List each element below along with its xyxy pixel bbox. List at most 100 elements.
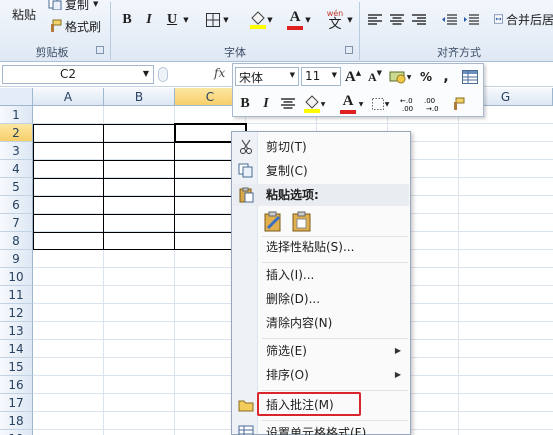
font-color-letter: A — [289, 9, 301, 25]
mini-fill-color-button[interactable]: ▼ — [301, 92, 327, 116]
row-header-9[interactable]: 9 — [0, 250, 33, 268]
decrease-decimal-button[interactable]: .00 →.0 — [423, 94, 445, 114]
chevron-down-icon[interactable]: ▼ — [143, 69, 149, 78]
accounting-format-button[interactable]: ▼ — [387, 67, 413, 87]
font-size-combo[interactable]: 11 ▼ — [301, 67, 341, 86]
ribbon-separator — [110, 2, 111, 60]
decrease-indent-icon — [442, 14, 457, 25]
paste-option-paste[interactable] — [262, 210, 286, 234]
table-border-line — [103, 124, 104, 250]
menu-item-label: 排序(O) — [266, 368, 309, 382]
comma-style-button[interactable]: , — [439, 67, 453, 87]
name-box[interactable]: C2 ▼ — [2, 65, 154, 84]
font-color-letter: A — [342, 93, 354, 109]
phonetic-button[interactable]: wén 文 — [322, 6, 348, 34]
table-border-line — [33, 178, 246, 179]
phonetic-dropdown[interactable]: ▼ — [346, 10, 354, 30]
row-header-4[interactable]: 4 — [0, 160, 33, 178]
insert-function-button[interactable]: fx — [214, 66, 225, 80]
align-left-icon — [368, 14, 382, 25]
svg-text:←.0: ←.0 — [400, 97, 413, 105]
row-header-15[interactable]: 15 — [0, 358, 33, 376]
row-header-10[interactable]: 10 — [0, 268, 33, 286]
mini-font-color-dropdown[interactable]: ▼ — [357, 94, 365, 114]
menu-item-format-cells[interactable]: 设置单元格格式(F)... — [233, 422, 409, 435]
increase-decimal-button[interactable]: ←.0.00 — [399, 94, 421, 114]
menu-item-insert[interactable]: 插入(I)... — [233, 264, 409, 286]
mini-borders-button[interactable]: ▼ — [367, 94, 393, 114]
menu-item-label: 复制(C) — [266, 164, 308, 178]
chevron-down-icon: ▼ — [93, 0, 99, 8]
increase-indent-icon — [464, 14, 479, 25]
row-header-6[interactable]: 6 — [0, 196, 33, 214]
row-header-3[interactable]: 3 — [0, 142, 33, 160]
align-left-button[interactable] — [366, 10, 384, 30]
row-header-13[interactable]: 13 — [0, 322, 33, 340]
row-header-19[interactable]: 19 — [0, 430, 33, 435]
row-header-1[interactable]: 1 — [0, 106, 33, 124]
svg-text:.00: .00 — [424, 97, 435, 105]
menu-item-clear-contents[interactable]: 清除内容(N) — [233, 312, 409, 334]
ribbon: 粘贴 复制 ▼ 格式刷 剪贴板 B I U ▼ ▼ ▼ A ▼ wén 文 ▼ … — [0, 0, 553, 62]
clipboard-dialog-launcher[interactable] — [96, 46, 104, 54]
formula-bar-splitter[interactable] — [158, 67, 168, 82]
menu-item-filter[interactable]: 筛选(E) ▶ — [233, 340, 409, 362]
align-center-button[interactable] — [388, 10, 406, 30]
row-header-14[interactable]: 14 — [0, 340, 33, 358]
copy-button[interactable]: 复制 ▼ — [48, 0, 108, 12]
row-header-5[interactable]: 5 — [0, 178, 33, 196]
paste-button[interactable]: 粘贴 — [4, 0, 44, 40]
row-header-18[interactable]: 18 — [0, 412, 33, 430]
font-color-dropdown[interactable]: ▼ — [304, 10, 312, 30]
align-center-icon — [390, 14, 404, 25]
font-name-value: 宋体 — [239, 71, 264, 85]
column-header-b[interactable]: B — [104, 88, 175, 106]
mini-align-center-button[interactable] — [279, 94, 297, 114]
menu-item-sort[interactable]: 排序(O) ▶ — [233, 364, 409, 386]
percent-style-button[interactable]: % — [417, 67, 435, 87]
copy-label: 复制 — [65, 0, 90, 12]
font-dialog-launcher[interactable] — [345, 46, 353, 54]
select-all-corner[interactable] — [0, 88, 33, 106]
menu-item-paste-special[interactable]: 选择性粘贴(S)... — [233, 236, 409, 258]
row-header-12[interactable]: 12 — [0, 304, 33, 322]
underline-dropdown[interactable]: ▼ — [182, 10, 190, 30]
borders-icon — [206, 13, 221, 27]
bold-button[interactable]: B — [118, 10, 136, 30]
menu-separator — [262, 420, 408, 421]
shrink-font-button[interactable]: A ▼ — [365, 67, 385, 87]
column-header-a[interactable]: A — [33, 88, 104, 106]
row-header-8[interactable]: 8 — [0, 232, 33, 250]
font-name-combo[interactable]: 宋体 ▼ — [235, 67, 299, 86]
increase-indent-button[interactable] — [462, 10, 480, 30]
menu-item-copy[interactable]: 复制(C) — [233, 160, 409, 182]
row-header-17[interactable]: 17 — [0, 394, 33, 412]
menu-item-label: 剪切(T) — [266, 140, 307, 154]
format-table-button[interactable] — [459, 67, 481, 87]
table-border-line — [33, 214, 246, 215]
menu-item-cut[interactable]: 剪切(T) — [233, 136, 409, 158]
decrease-indent-button[interactable] — [440, 10, 458, 30]
align-right-button[interactable] — [410, 10, 428, 30]
merge-center-button[interactable]: 合并后居 — [494, 8, 553, 30]
italic-button[interactable]: I — [140, 10, 158, 30]
mini-italic-button[interactable]: I — [257, 94, 275, 114]
borders-button[interactable]: ▼ — [204, 10, 230, 30]
row-header-16[interactable]: 16 — [0, 376, 33, 394]
menu-item-label: 筛选(E) — [266, 344, 307, 358]
mini-toolbar: 宋体 ▼ 11 ▼ A ▲ A ▼ ▼ % , B I ▼ A ▼ ▼ ←.0.00… — [232, 63, 484, 117]
format-painter-icon — [454, 97, 465, 110]
merge-cells-icon — [494, 14, 503, 24]
row-header-11[interactable]: 11 — [0, 286, 33, 304]
fill-color-button[interactable]: ▼ — [248, 8, 274, 32]
row-header-2[interactable]: 2 — [0, 124, 33, 142]
paste-option-values[interactable] — [290, 210, 314, 234]
menu-item-delete[interactable]: 删除(D)... — [233, 288, 409, 310]
font-group-caption: 字体 — [224, 46, 246, 59]
mini-format-painter-button[interactable] — [447, 94, 469, 114]
mini-bold-button[interactable]: B — [236, 94, 254, 114]
format-painter-button[interactable]: 格式刷 — [48, 17, 108, 35]
row-header-7[interactable]: 7 — [0, 214, 33, 232]
grow-font-button[interactable]: A ▲ — [343, 67, 363, 87]
underline-button[interactable]: U — [163, 10, 181, 30]
